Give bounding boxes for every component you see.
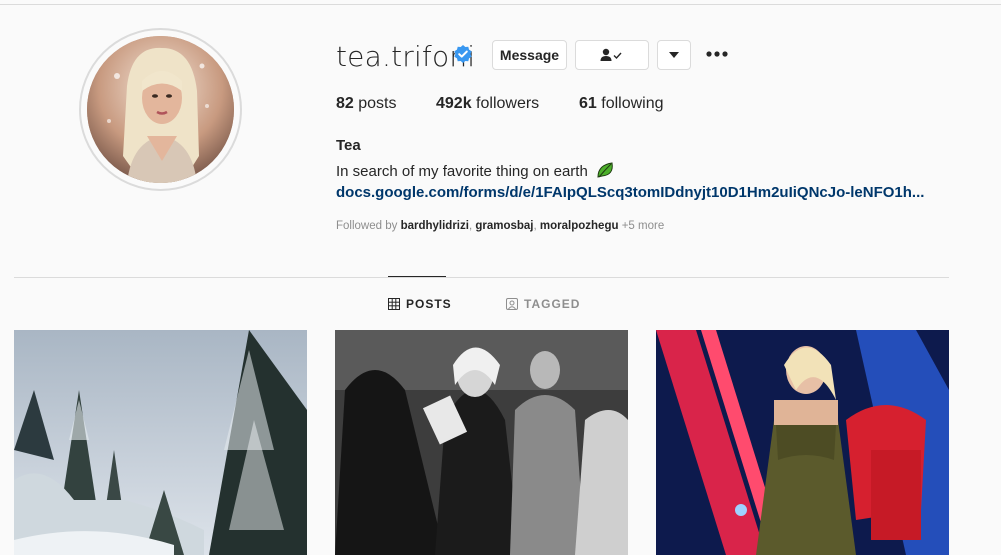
ellipsis-icon[interactable] bbox=[705, 47, 729, 61]
message-button[interactable]: Message bbox=[492, 40, 567, 70]
bio-link[interactable]: docs.google.com/forms/d/e/1FAIpQLScq3tom… bbox=[336, 184, 924, 201]
bio-name: Tea bbox=[336, 137, 361, 154]
following-button[interactable] bbox=[575, 40, 649, 70]
tab-posts-label: POSTS bbox=[406, 297, 452, 311]
following-count-value: 61 bbox=[579, 95, 597, 112]
tagged-icon bbox=[506, 298, 518, 310]
leaf-icon bbox=[597, 162, 613, 178]
post-thumbnail[interactable] bbox=[335, 330, 628, 555]
bio-text-line: In search of my favorite thing on earth bbox=[336, 161, 616, 180]
post-thumbnail[interactable] bbox=[14, 330, 307, 555]
active-tab-indicator bbox=[388, 276, 446, 277]
verified-badge-icon bbox=[454, 45, 472, 63]
avatar[interactable] bbox=[87, 36, 234, 183]
posts-count: 82 posts bbox=[336, 95, 397, 113]
post-thumbnail[interactable] bbox=[656, 330, 949, 555]
following-link[interactable]: 61 following bbox=[579, 95, 664, 113]
followed-by-user[interactable]: moralpozhegu bbox=[540, 220, 619, 232]
followers-count-value: 492k bbox=[436, 95, 472, 112]
tab-tagged[interactable]: TAGGED bbox=[506, 297, 580, 311]
followed-by: Followed by bardhylidrizi, gramosbaj, mo… bbox=[336, 220, 665, 232]
followed-by-more[interactable]: +5 more bbox=[622, 220, 665, 232]
suggestions-dropdown-button[interactable] bbox=[657, 40, 691, 70]
tab-posts[interactable]: POSTS bbox=[388, 297, 452, 311]
followed-by-prefix: Followed by bbox=[336, 220, 398, 232]
followed-by-user[interactable]: bardhylidrizi bbox=[401, 220, 469, 232]
post-image bbox=[335, 330, 628, 555]
person-check-icon bbox=[600, 48, 622, 61]
followers-link[interactable]: 492k followers bbox=[436, 95, 539, 113]
caret-down-icon bbox=[669, 52, 679, 58]
post-image bbox=[656, 330, 949, 555]
followers-count-label: followers bbox=[476, 95, 540, 112]
posts-count-value: 82 bbox=[336, 95, 354, 112]
avatar-ring[interactable] bbox=[79, 28, 242, 191]
following-count-label: following bbox=[601, 95, 664, 112]
followed-by-user[interactable]: gramosbaj bbox=[475, 220, 533, 232]
tabs-divider bbox=[14, 277, 949, 278]
avatar-image bbox=[87, 36, 234, 183]
post-image bbox=[14, 330, 307, 555]
posts-count-label: posts bbox=[358, 95, 397, 112]
tab-tagged-label: TAGGED bbox=[524, 297, 581, 311]
bio-text: In search of my favorite thing on earth bbox=[336, 163, 588, 180]
top-border bbox=[0, 4, 1001, 5]
grid-icon bbox=[388, 298, 400, 310]
